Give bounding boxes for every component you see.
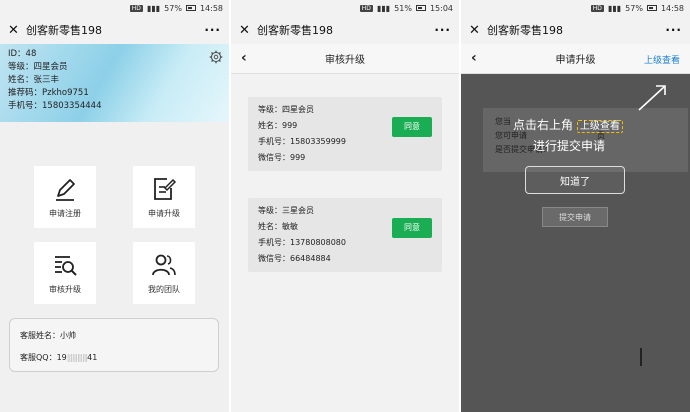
menu-grid: 申请注册 申请升级 审核升级 我的团队 (0, 122, 229, 304)
status-bar: HD ▮▮▮ 57% 14:58 (461, 0, 690, 16)
card-level: 等级：三星会员 (258, 206, 314, 215)
pen-icon (56, 178, 75, 201)
profile-level: 等级：四星会员 (8, 62, 68, 72)
battery-percent: 57% (625, 3, 643, 13)
applicant-card: 等级：三星会员 姓名：敏敏 手机号：13780808080 微信号：664848… (248, 198, 442, 272)
agree-button[interactable]: 同意 (392, 218, 432, 238)
more-menu-icon[interactable]: ··· (665, 23, 682, 37)
profile-id: ID：48 (8, 49, 37, 59)
back-arrow-icon[interactable]: ‹ (241, 50, 247, 66)
page-title: 审核升级 (325, 55, 365, 66)
app-title: 创客新零售198 (257, 24, 333, 37)
card-wechat: 微信号：999 (258, 153, 306, 162)
hd-badge: HD (129, 4, 143, 12)
customer-service-box: 客服姓名：小帅 客服QQ：19||||||||||||41 (9, 318, 219, 372)
phone-review-screen: HD ▮▮▮ 51% 15:04 ✕ 创客新零售198 ··· ‹ 审核升级 等… (231, 0, 459, 412)
app-titlebar: ✕ 创客新零售198 ··· (231, 16, 459, 44)
menu-apply-upgrade[interactable]: 申请升级 (133, 166, 195, 228)
profile-name: 姓名：张三丰 (8, 75, 60, 85)
app-title: 创客新零售198 (26, 24, 102, 37)
menu-apply-register[interactable]: 申请注册 (34, 166, 96, 228)
close-icon[interactable]: ✕ (8, 23, 26, 38)
battery-percent: 51% (394, 3, 412, 13)
service-qq: 客服QQ：19||||||||||||41 (20, 353, 98, 362)
hd-badge: HD (590, 4, 604, 12)
team-icon (152, 254, 176, 275)
close-icon[interactable]: ✕ (469, 23, 487, 38)
profile-header: ID：48 等级：四星会员 姓名：张三丰 推荐码：Pzkho9751 手机号：1… (0, 44, 229, 122)
battery-icon (415, 5, 426, 11)
card-wechat: 微信号：66484884 (258, 254, 331, 263)
service-name: 客服姓名：小帅 (20, 331, 76, 340)
menu-label: 我的团队 (148, 284, 180, 294)
got-it-button[interactable]: 知道了 (525, 166, 625, 194)
qq-blurred: |||||||||||| (66, 353, 88, 362)
menu-label: 审核升级 (49, 284, 81, 294)
hd-badge: HD (359, 4, 373, 12)
menu-review-upgrade[interactable]: 审核升级 (34, 242, 96, 304)
signal-icon: ▮▮▮ (146, 3, 161, 13)
guide-arrow-icon (638, 85, 666, 111)
card-level: 等级：四星会员 (258, 105, 314, 114)
guide-highlight: 上级查看 (576, 120, 623, 133)
phone-apply-screen: HD ▮▮▮ 57% 14:58 ✕ 创客新零售198 ··· ‹ 申请升级 上… (461, 0, 690, 412)
battery-icon (646, 5, 657, 11)
gear-icon[interactable] (209, 50, 223, 64)
status-bar: HD ▮▮▮ 51% 15:04 (231, 0, 459, 16)
menu-label: 申请升级 (148, 208, 180, 218)
edit-document-icon (154, 177, 177, 200)
profile-referral: 推荐码：Pzkho9751 (8, 88, 89, 98)
page-header: ‹ 申请升级 上级查看 (461, 44, 690, 74)
signal-icon: ▮▮▮ (376, 3, 391, 13)
back-arrow-icon[interactable]: ‹ (471, 50, 477, 66)
battery-icon (185, 5, 196, 11)
status-bar: HD ▮▮▮ 57% 14:58 (0, 0, 229, 16)
app-titlebar: ✕ 创客新零售198 ··· (0, 16, 229, 44)
guide-hint-line2: 进行提交申请 (533, 139, 606, 153)
app-titlebar: ✕ 创客新零售198 ··· (461, 16, 690, 44)
clock: 14:58 (199, 3, 223, 13)
phone-home-screen: HD ▮▮▮ 57% 14:58 ✕ 创客新零售198 ··· ID：48 等级… (0, 0, 229, 412)
applicant-card: 等级：四星会员 姓名：999 手机号：15803359999 微信号：999 同… (248, 97, 442, 171)
list-search-icon (55, 255, 77, 276)
close-icon[interactable]: ✕ (239, 23, 257, 38)
menu-my-team[interactable]: 我的团队 (133, 242, 195, 304)
page-title: 申请升级 (555, 55, 596, 66)
battery-percent: 57% (164, 3, 182, 13)
more-menu-icon[interactable]: ··· (204, 23, 221, 37)
more-menu-icon[interactable]: ··· (434, 23, 451, 37)
profile-phone: 手机号：15803354444 (8, 101, 102, 111)
clock: 14:58 (660, 3, 684, 13)
guide-hint-prefix: 点击右上角 (513, 118, 574, 132)
superior-view-link[interactable]: 上级查看 (644, 53, 680, 66)
guide-hint: 点击右上角 上级查看 (513, 116, 623, 133)
scrollbar (640, 348, 642, 366)
submit-application-button[interactable]: 提交申请 (542, 207, 608, 227)
clock: 15:04 (429, 3, 453, 13)
agree-button[interactable]: 同意 (392, 117, 432, 137)
app-title: 创客新零售198 (487, 24, 563, 37)
menu-label: 申请注册 (49, 208, 81, 218)
page-header: ‹ 审核升级 (231, 44, 459, 74)
signal-icon: ▮▮▮ (607, 3, 622, 13)
